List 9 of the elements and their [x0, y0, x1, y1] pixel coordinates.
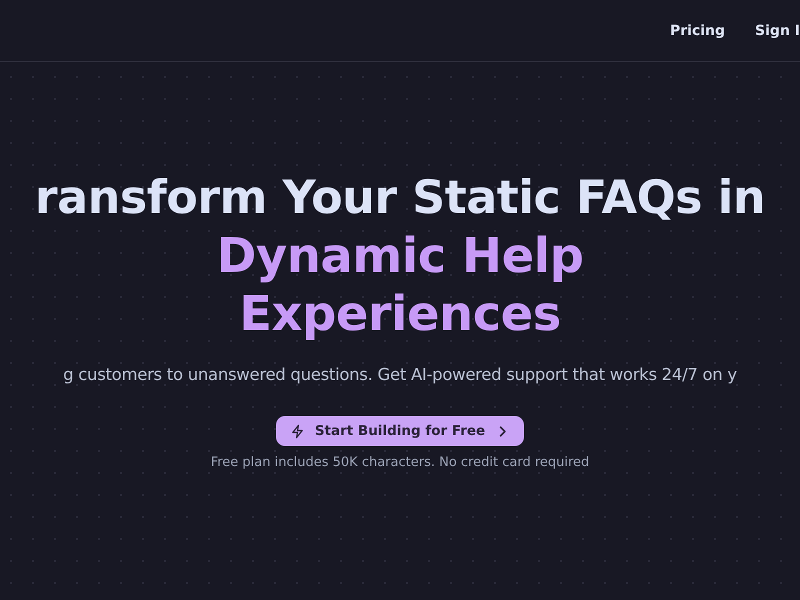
lightning-icon [290, 424, 305, 438]
hero-subtitle: g customers to unanswered questions. Get AI-powered support that works 24/7 on y [63, 365, 737, 384]
nav-link[interactable]: Pricing [670, 22, 726, 38]
hero-headline: ransform Your Static FAQs in [34, 169, 766, 226]
hero-headline-accent: Experiences [239, 285, 561, 343]
cta-note: Free plan includes 50K characters. No credit card required [210, 455, 590, 470]
hero-headline-accent: Dynamic Help [216, 227, 584, 285]
nav-link[interactable]: Sign I [755, 22, 800, 38]
cta-button[interactable]: Start Building for Free [276, 416, 524, 446]
